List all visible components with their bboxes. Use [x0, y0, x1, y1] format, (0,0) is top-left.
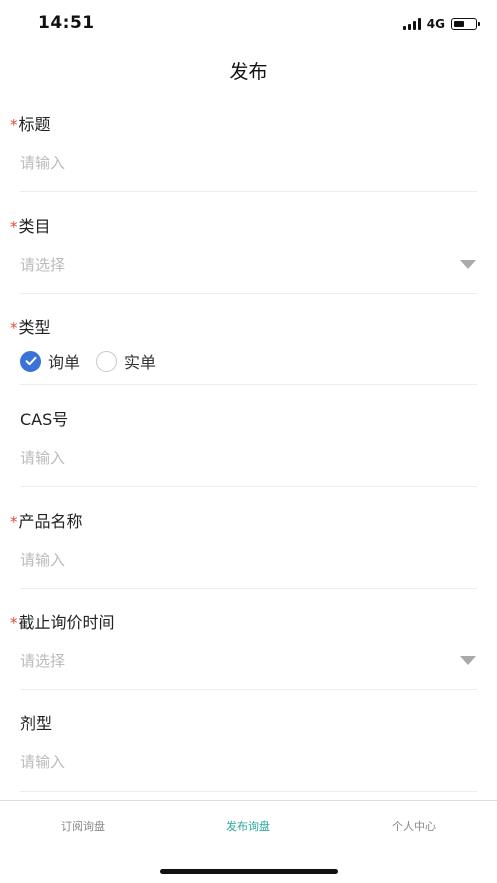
radio-firm-order[interactable]: 实单 [96, 349, 156, 373]
tab-publish-inquiry[interactable]: 发布询盘 [165, 818, 331, 834]
product-name-label: *产品名称 [10, 512, 83, 531]
product-name-input[interactable]: 请输入 [20, 549, 65, 570]
category-label: *类目 [10, 217, 51, 236]
battery-level [454, 21, 464, 27]
type-label: *类型 [10, 318, 51, 337]
screen: 14:51 4G 发布 *标题 请输入 *类目 请选择 *类型 询单 实单 CA… [0, 0, 497, 883]
deadline-label: *截止询价时间 [10, 613, 115, 632]
dosage-form-label: 剂型 [20, 714, 53, 733]
radio-unchecked-icon[interactable] [96, 350, 118, 372]
status-time: 14:51 [38, 13, 95, 33]
title-label: *标题 [10, 115, 51, 134]
required-mark: * [10, 513, 18, 531]
divider [20, 689, 477, 690]
home-indicator[interactable] [160, 869, 338, 874]
required-mark: * [10, 319, 18, 337]
status-indicators: 4G [402, 17, 480, 31]
title-input[interactable]: 请输入 [20, 152, 65, 173]
radio-label: 实单 [124, 353, 157, 372]
category-select[interactable]: 请选择 [20, 254, 65, 275]
chevron-down-icon[interactable] [460, 656, 476, 665]
divider [20, 486, 477, 487]
divider [20, 588, 477, 589]
required-mark: * [10, 116, 18, 134]
status-bar: 14:51 4G [0, 0, 497, 48]
cas-input[interactable]: 请输入 [20, 447, 65, 468]
battery-icon [451, 18, 480, 30]
type-radio-group: 询单 实单 [20, 349, 172, 373]
radio-inquiry[interactable]: 询单 [20, 349, 80, 373]
signal-icon [402, 18, 421, 30]
page-title: 发布 [229, 61, 268, 83]
deadline-select[interactable]: 请选择 [20, 650, 65, 671]
divider [20, 293, 477, 294]
divider [20, 384, 477, 385]
network-type: 4G [426, 17, 445, 31]
chevron-down-icon[interactable] [460, 260, 476, 269]
dosage-form-input[interactable]: 请输入 [20, 751, 65, 772]
divider [20, 791, 477, 792]
tab-personal-center[interactable]: 个人中心 [331, 818, 497, 834]
required-mark: * [10, 218, 18, 236]
radio-checked-icon[interactable] [20, 350, 41, 372]
radio-label: 询单 [48, 353, 81, 372]
tab-subscribe-inquiry[interactable]: 订阅询盘 [0, 818, 166, 834]
divider [20, 191, 477, 192]
required-mark: * [10, 614, 18, 632]
cas-label: CAS号 [20, 410, 69, 429]
